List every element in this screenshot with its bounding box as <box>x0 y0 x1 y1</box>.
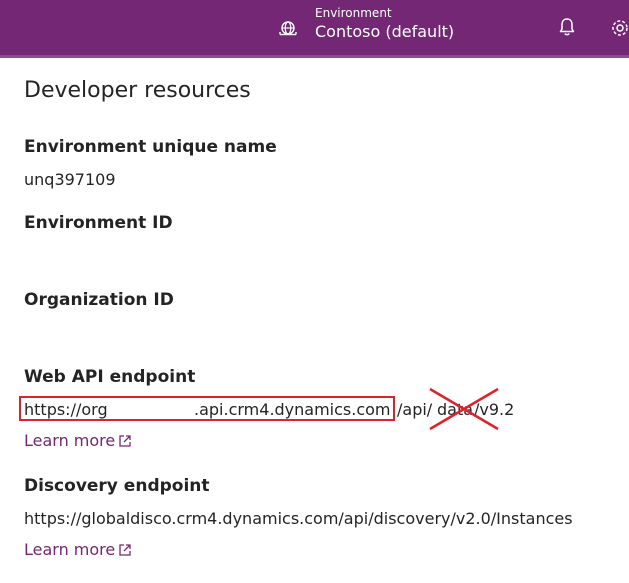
external-link-icon <box>119 544 131 556</box>
top-bar: Environment Contoso (default) <box>0 0 629 55</box>
external-link-icon <box>119 435 131 447</box>
web-api-learn-more-link[interactable]: Learn more <box>24 431 132 450</box>
globe-icon[interactable] <box>277 17 299 39</box>
bell-icon[interactable] <box>557 16 577 38</box>
strike-cross-icon <box>429 387 499 431</box>
url-highlight-box <box>19 396 395 421</box>
unique-name-value: unq397109 <box>24 170 116 189</box>
discovery-learn-more-link[interactable]: Learn more <box>24 540 132 559</box>
web-api-endpoint-label: Web API endpoint <box>24 367 196 387</box>
page-title: Developer resources <box>24 78 251 103</box>
organization-id-label: Organization ID <box>24 290 174 310</box>
web-api-url-path-api: /api/ <box>397 400 433 419</box>
discovery-endpoint-label: Discovery endpoint <box>24 476 210 496</box>
discovery-learn-more-label: Learn more <box>24 540 116 559</box>
environment-id-label: Environment ID <box>24 213 173 233</box>
web-api-learn-more-label: Learn more <box>24 431 116 450</box>
top-bar-divider <box>0 55 629 58</box>
discovery-endpoint-url: https://globaldisco.crm4.dynamics.com/ap… <box>24 509 573 528</box>
environment-name[interactable]: Contoso (default) <box>315 22 454 41</box>
gear-icon[interactable] <box>609 17 629 39</box>
unique-name-label: Environment unique name <box>24 137 277 157</box>
environment-caption: Environment <box>315 6 392 20</box>
